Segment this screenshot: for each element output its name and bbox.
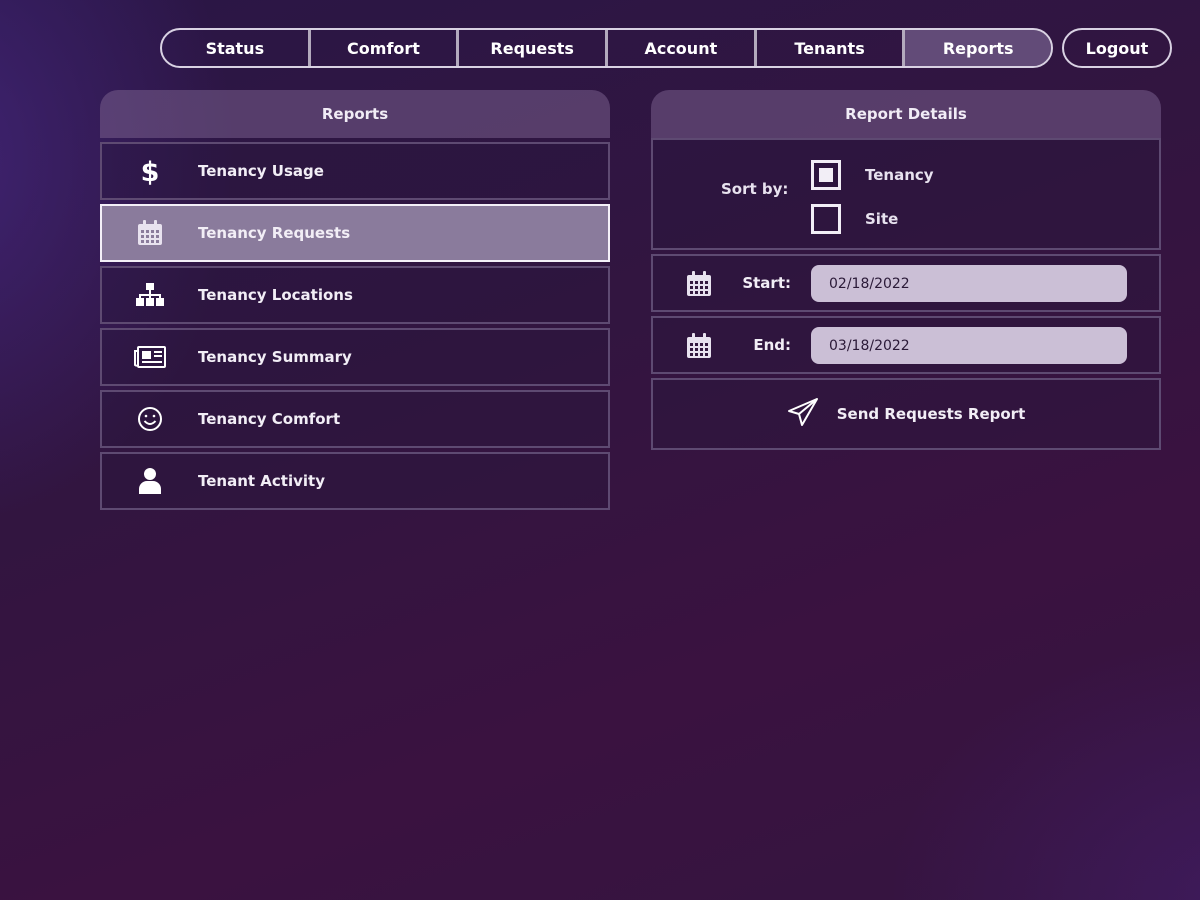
report-item-tenant-activity[interactable]: Tenant Activity [100, 452, 610, 510]
report-item-tenancy-summary[interactable]: Tenancy Summary [100, 328, 610, 386]
logout-button[interactable]: Logout [1062, 28, 1172, 68]
report-details-title: Report Details [651, 90, 1161, 138]
report-item-label: Tenant Activity [198, 472, 325, 490]
send-report-label: Send Requests Report [836, 405, 1026, 423]
report-item-label: Tenancy Locations [198, 286, 353, 304]
tab-account[interactable]: Account [608, 30, 757, 66]
report-item-label: Tenancy Requests [198, 224, 351, 242]
report-item-label: Tenancy Comfort [198, 410, 341, 428]
reports-panel: Reports $ Tenancy Usage Tenancy Requests [100, 90, 610, 510]
report-item-label: Tenancy Usage [198, 162, 324, 180]
tab-reports[interactable]: Reports [905, 30, 1051, 66]
smile-icon [102, 406, 198, 432]
top-nav: Status Comfort Requests Account Tenants … [160, 28, 1053, 68]
start-date-label: Start: [742, 274, 791, 292]
end-date-input[interactable] [811, 327, 1127, 364]
svg-text:$: $ [141, 157, 160, 186]
newspaper-icon [102, 345, 198, 369]
calendar-icon [102, 219, 198, 247]
sort-site-label[interactable]: Site [865, 210, 898, 228]
tab-status[interactable]: Status [162, 30, 311, 66]
tab-comfort[interactable]: Comfort [311, 30, 460, 66]
sort-by-section: Sort by: Tenancy Site [651, 138, 1161, 250]
report-item-label: Tenancy Summary [198, 348, 352, 366]
dollar-icon: $ [102, 156, 198, 186]
sort-tenancy-checkbox[interactable] [811, 160, 841, 190]
sort-tenancy-label[interactable]: Tenancy [865, 166, 934, 184]
send-report-button[interactable]: Send Requests Report [651, 378, 1161, 450]
calendar-icon[interactable] [685, 270, 713, 302]
tab-requests[interactable]: Requests [459, 30, 609, 66]
end-date-label: End: [753, 336, 791, 354]
sort-by-label: Sort by: [721, 180, 789, 198]
report-item-tenancy-requests[interactable]: Tenancy Requests [100, 204, 610, 262]
report-item-tenancy-locations[interactable]: Tenancy Locations [100, 266, 610, 324]
calendar-icon[interactable] [685, 332, 713, 364]
tab-tenants[interactable]: Tenants [757, 30, 906, 66]
reports-panel-title: Reports [100, 90, 610, 138]
sitemap-icon [102, 282, 198, 308]
report-item-tenancy-usage[interactable]: $ Tenancy Usage [100, 142, 610, 200]
report-details-panel: Report Details Sort by: Tenancy Site Sta… [651, 90, 1161, 450]
sort-site-checkbox[interactable] [811, 204, 841, 234]
user-icon [102, 467, 198, 495]
end-date-row: End: [651, 316, 1161, 374]
start-date-input[interactable] [811, 265, 1127, 302]
report-item-tenancy-comfort[interactable]: Tenancy Comfort [100, 390, 610, 448]
paper-plane-icon [787, 397, 819, 431]
start-date-row: Start: [651, 254, 1161, 312]
